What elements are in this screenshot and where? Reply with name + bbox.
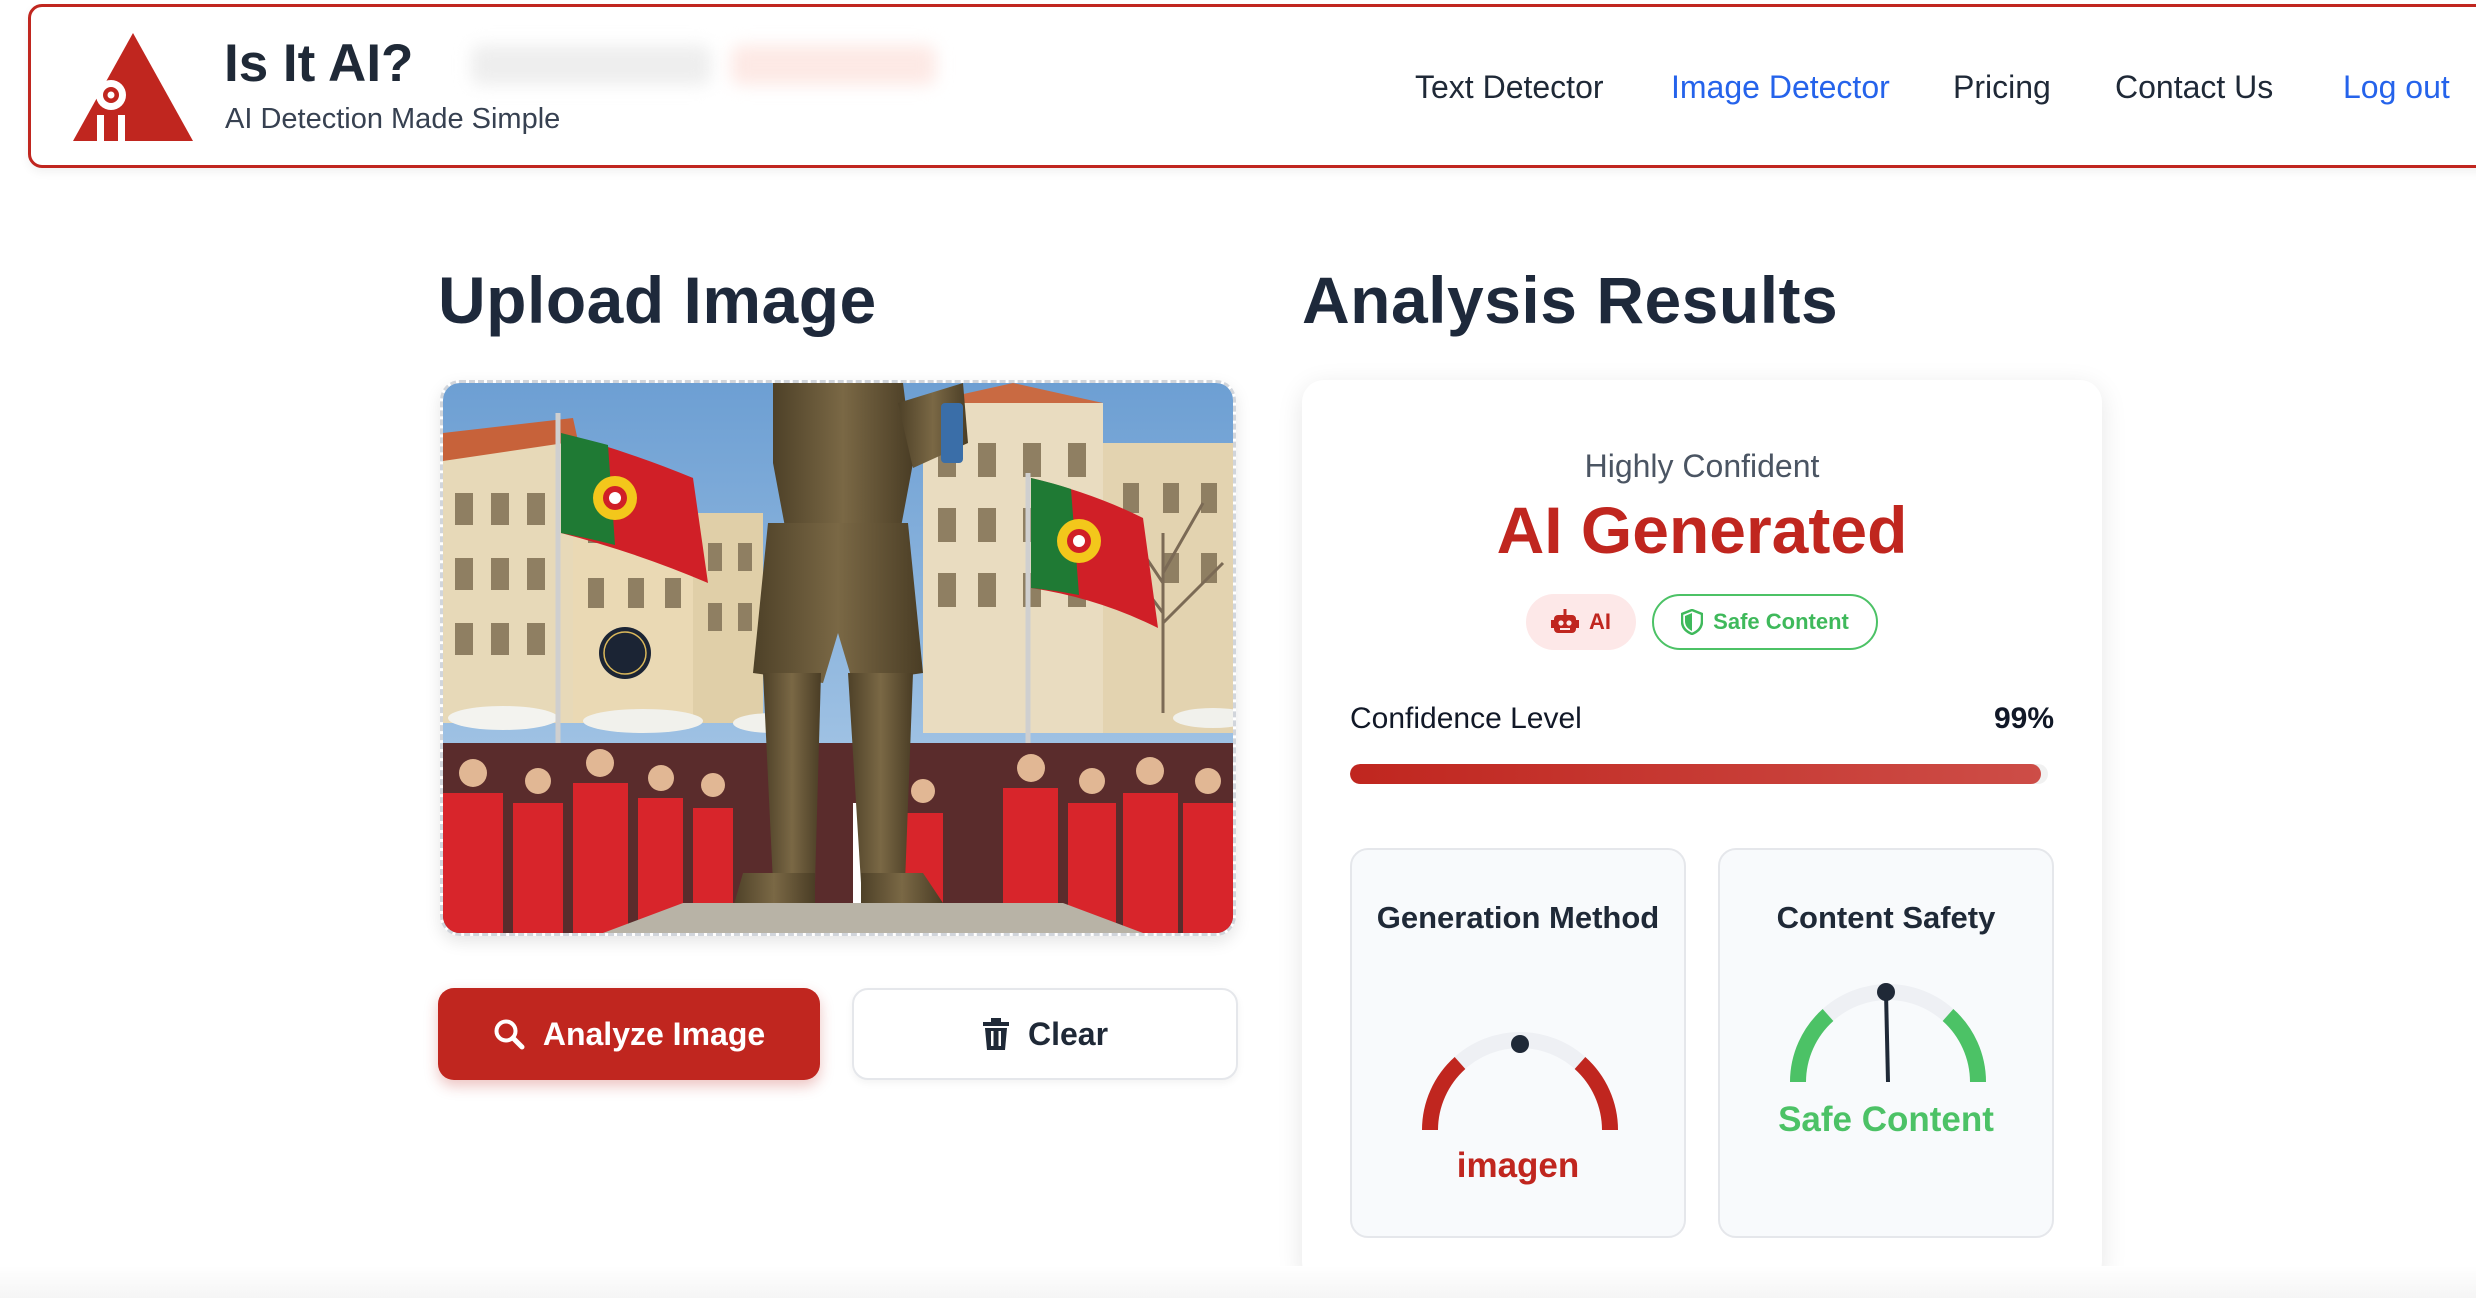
upload-title: Upload Image (438, 263, 877, 337)
blurred-element (471, 45, 711, 85)
generation-method-card: Generation Method imagen (1350, 848, 1686, 1238)
shield-icon (1681, 609, 1704, 635)
content-safety-title: Content Safety (1776, 900, 1996, 935)
page-bottom-band (0, 1266, 2476, 1298)
logo-icon[interactable] (71, 31, 195, 143)
generation-method-gauge-icon (1422, 1032, 1618, 1131)
clear-button[interactable]: Clear (852, 988, 1238, 1080)
blurred-element (731, 45, 936, 85)
generation-method-title: Generation Method (1376, 900, 1660, 935)
content-safety-card: Content Safety Safe Content (1718, 848, 2054, 1238)
safe-content-badge: Safe Content (1652, 594, 1878, 650)
nav-log-out[interactable]: Log out (2343, 69, 2450, 106)
ai-badge: AI (1526, 594, 1636, 650)
brand-subtitle: AI Detection Made Simple (225, 103, 561, 135)
confidence-level-label: Confidence Level (1350, 702, 1582, 735)
brand-title[interactable]: Is It AI? (224, 33, 413, 94)
nav-contact-us[interactable]: Contact Us (2115, 69, 2273, 106)
analysis-results-card: Highly Confident AI Generated AI Safe Co… (1302, 380, 2102, 1284)
results-title: Analysis Results (1302, 263, 1839, 337)
confidence-level-value: 99% (1993, 702, 2054, 735)
generation-method-value: imagen (1456, 1146, 1580, 1185)
nav-pricing[interactable]: Pricing (1953, 69, 2051, 106)
analyze-image-label: Analyze Image (542, 1015, 766, 1052)
confidence-label: Highly Confident (1584, 448, 1820, 484)
clear-label: Clear (1027, 1015, 1109, 1052)
search-icon (494, 1019, 525, 1050)
site-header: Is It AI? AI Detection Made Simple Text … (28, 4, 2476, 168)
safe-badge-label: Safe Content (1713, 609, 1849, 634)
nav-text-detector[interactable]: Text Detector (1415, 69, 1604, 106)
nav-image-detector[interactable]: Image Detector (1671, 69, 1890, 106)
trash-icon (982, 1018, 1009, 1050)
confidence-progress-fill (1350, 764, 2042, 784)
robot-icon (1551, 609, 1579, 633)
ai-badge-label: AI (1589, 609, 1611, 634)
uploaded-image-dropzone[interactable] (440, 380, 1236, 936)
uploaded-image-statue-crowd (443, 383, 1233, 933)
content-safety-value: Safe Content (1778, 1100, 1994, 1139)
verdict-text: AI Generated (1496, 493, 1908, 567)
confidence-progress-bar (1350, 764, 2048, 784)
content-safety-gauge-icon (1790, 983, 1986, 1083)
analyze-image-button[interactable]: Analyze Image (438, 988, 820, 1080)
